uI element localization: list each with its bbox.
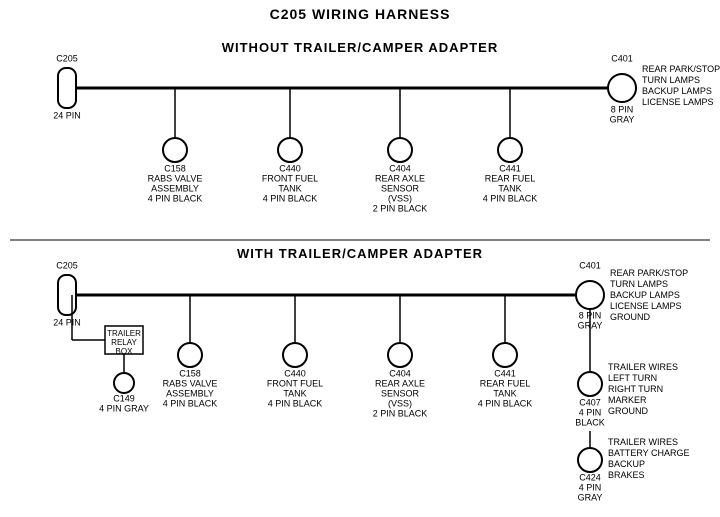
c440-desc1-s2: FRONT FUEL: [267, 378, 323, 388]
c441-label-s1: C441: [499, 163, 521, 173]
c158-label-s2: C158: [179, 368, 201, 378]
c407-desc3-s2: RIGHT TURN: [608, 384, 663, 394]
c440-desc2-s2: TANK: [283, 388, 306, 398]
c404-desc2-s2: SENSOR: [381, 388, 420, 398]
c424-color-s2: GRAY: [578, 492, 603, 502]
c441-desc3-s1: 4 PIN BLACK: [483, 193, 538, 203]
c404-desc2-s1: SENSOR: [381, 183, 420, 193]
c440-label-s2: C440: [284, 368, 306, 378]
c401-desc4-s1: LICENSE LAMPS: [642, 97, 714, 107]
trailer-relay-label1: TRAILER: [107, 329, 141, 338]
c401-desc2-s1: TURN LAMPS: [642, 75, 700, 85]
c404-label-s2: C404: [389, 368, 411, 378]
c205-pin-s2: 24 PIN: [53, 317, 81, 327]
c205-connector-s1: [58, 68, 76, 108]
c407-desc5-s2: GROUND: [608, 406, 648, 416]
c424-desc4-s2: BRAKES: [608, 470, 645, 480]
c441-label-s2: C441: [494, 368, 516, 378]
c401-desc1-s1: REAR PARK/STOP: [642, 64, 720, 74]
c424-label-s2: C424: [579, 472, 601, 482]
c158-label-s1: C158: [164, 163, 186, 173]
c440-connector-s1: [278, 138, 302, 162]
c441-desc2-s1: TANK: [498, 183, 521, 193]
c149-label-s2: C149: [113, 393, 135, 403]
c401-label-s1: C401: [611, 53, 633, 63]
c407-color-s2: BLACK: [575, 417, 605, 427]
c401-color-s1: GRAY: [610, 114, 635, 124]
c404-desc3-s1: (VSS): [388, 193, 412, 203]
c401-pin-s1: 8 PIN: [611, 104, 634, 114]
c205-label-s2: C205: [56, 260, 78, 270]
diagram-container: C205 WIRING HARNESS WITHOUT TRAILER/CAMP…: [0, 0, 720, 517]
c404-label-s1: C404: [389, 163, 411, 173]
c407-desc4-s2: MARKER: [608, 395, 647, 405]
section1-title: WITHOUT TRAILER/CAMPER ADAPTER: [222, 40, 499, 55]
c440-desc3-s1: 4 PIN BLACK: [263, 193, 318, 203]
c441-desc3-s2: 4 PIN BLACK: [478, 398, 533, 408]
c440-connector-s2: [283, 343, 307, 367]
c158-desc1-s2: RABS VALVE: [163, 378, 218, 388]
c158-desc2-s1: ASSEMBLY: [151, 183, 199, 193]
c149-connector-s2: [114, 373, 134, 393]
c440-desc2-s1: TANK: [278, 183, 301, 193]
c404-connector-s1: [388, 138, 412, 162]
c424-pin-s2: 4 PIN: [579, 482, 602, 492]
c404-desc1-s2: REAR AXLE: [375, 378, 425, 388]
c441-desc1-s1: REAR FUEL: [485, 173, 536, 183]
trailer-relay-label2: RELAY: [111, 338, 137, 347]
c441-connector-s1: [498, 138, 522, 162]
c404-connector-s2: [388, 343, 412, 367]
c441-connector-s2: [493, 343, 517, 367]
c407-connector-s2: [578, 372, 602, 396]
c401-connector-s2: [576, 281, 604, 309]
c158-connector-s1: [163, 138, 187, 162]
c149-pin-s2: 4 PIN GRAY: [99, 403, 149, 413]
c407-label-s2: C407: [579, 397, 601, 407]
c158-connector-s2: [178, 343, 202, 367]
c401-label-s2: C401: [579, 260, 601, 270]
c158-desc2-s2: ASSEMBLY: [166, 388, 214, 398]
c424-desc2-s2: BATTERY CHARGE: [608, 448, 690, 458]
c158-desc3-s2: 4 PIN BLACK: [163, 398, 218, 408]
c407-desc1-s2: TRAILER WIRES: [608, 362, 678, 372]
c440-desc3-s2: 4 PIN BLACK: [268, 398, 323, 408]
c205-label-s1: C205: [56, 53, 78, 63]
c401-connector-s1: [608, 74, 636, 102]
c404-desc4-s1: 2 PIN BLACK: [373, 203, 428, 213]
c424-desc3-s2: BACKUP: [608, 459, 645, 469]
c401-s2-desc3: BACKUP LAMPS: [610, 290, 680, 300]
c401-s2-desc4: LICENSE LAMPS: [610, 301, 682, 311]
c158-desc3-s1: 4 PIN BLACK: [148, 193, 203, 203]
c440-label-s1: C440: [279, 163, 301, 173]
c407-pin-s2: 4 PIN: [579, 407, 602, 417]
c424-desc1-s2: TRAILER WIRES: [608, 437, 678, 447]
c404-desc3-s2: (VSS): [388, 398, 412, 408]
c440-desc1-s1: FRONT FUEL: [262, 173, 318, 183]
c401-s2-desc2: TURN LAMPS: [610, 279, 668, 289]
c404-desc4-s2: 2 PIN BLACK: [373, 408, 428, 418]
c424-connector-s2: [578, 448, 602, 472]
c401-s2-desc5: GROUND: [610, 312, 650, 322]
c401-s2-desc1: REAR PARK/STOP: [610, 268, 688, 278]
c441-desc1-s2: REAR FUEL: [480, 378, 531, 388]
c404-desc1-s1: REAR AXLE: [375, 173, 425, 183]
c158-desc1-s1: RABS VALVE: [148, 173, 203, 183]
section2-title: WITH TRAILER/CAMPER ADAPTER: [237, 246, 483, 261]
c205-pin-s1: 24 PIN: [53, 110, 81, 120]
c407-desc2-s2: LEFT TURN: [608, 373, 657, 383]
c401-desc3-s1: BACKUP LAMPS: [642, 86, 712, 96]
c205-connector-s2: [58, 275, 76, 315]
c441-desc2-s2: TANK: [493, 388, 516, 398]
